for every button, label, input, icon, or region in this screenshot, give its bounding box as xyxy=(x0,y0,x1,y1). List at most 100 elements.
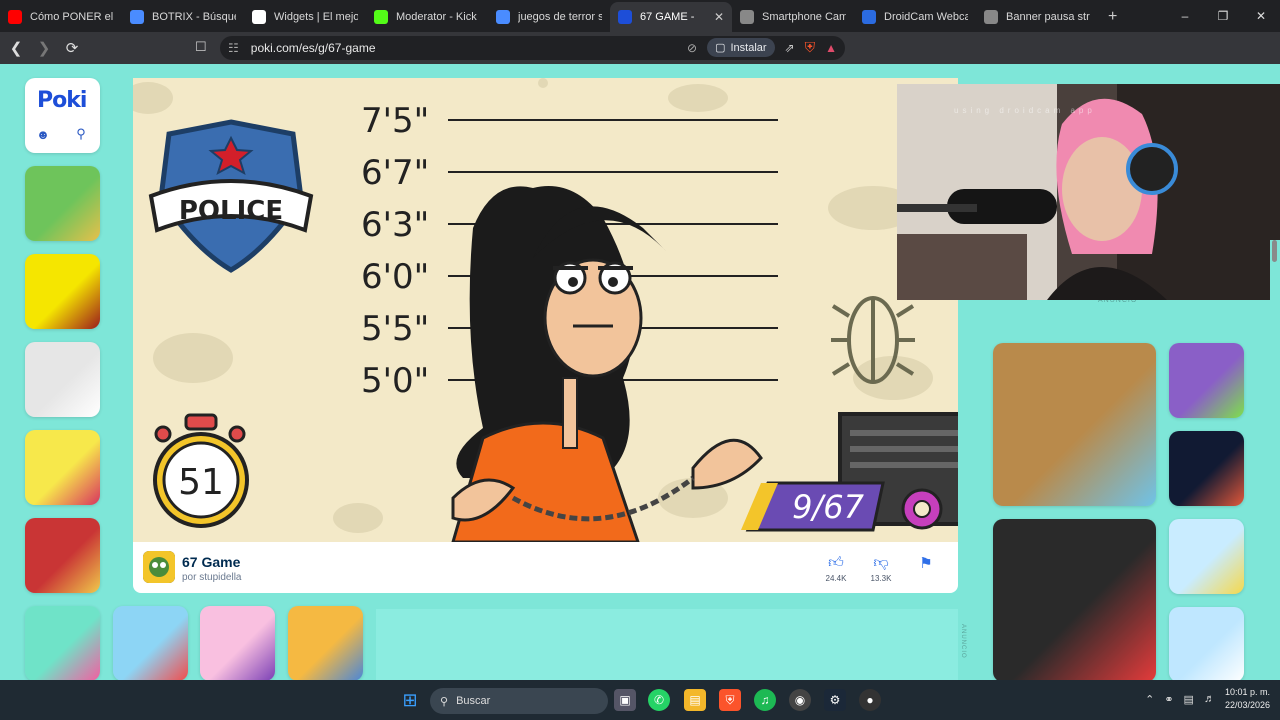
tab-title: juegos de terror su xyxy=(518,11,602,23)
browser-tab[interactable]: Moderator - Kick D xyxy=(366,2,488,32)
taskbar-search[interactable]: ⚲ Buscar xyxy=(430,688,608,714)
game-thumb-subway[interactable] xyxy=(288,606,363,680)
game-thumb-count-run[interactable] xyxy=(113,606,188,680)
dislike-count: 13.3K xyxy=(870,574,892,583)
game-thumb-ragdoll[interactable] xyxy=(25,430,100,505)
browser-tab[interactable]: Widgets | El mejor s xyxy=(244,2,366,32)
maximize-icon[interactable]: ❐ xyxy=(1204,0,1242,32)
volume-icon[interactable]: ♬ xyxy=(1204,693,1215,705)
search-icon[interactable]: ⚲ xyxy=(71,124,91,144)
height-label: 5'5" xyxy=(361,309,429,349)
bottom-ad-slot xyxy=(376,609,958,680)
tab-title: DroidCam Webcam xyxy=(884,11,968,23)
like-button[interactable]: 👍︎ 24.4K xyxy=(816,554,856,583)
bookmark-icon[interactable]: ☐ xyxy=(195,39,207,55)
height-label: 7'5" xyxy=(361,101,429,141)
file-explorer-icon[interactable]: ▤ xyxy=(684,689,706,711)
search-icon xyxy=(496,10,510,24)
taskbar-clock[interactable]: 10:01 p. m. 22/03/2026 xyxy=(1225,686,1270,712)
windows-start-icon[interactable]: ⊞ xyxy=(399,689,421,711)
install-app-button[interactable]: ▢ Instalar xyxy=(707,38,775,57)
browser-tab[interactable]: Banner pausa strea xyxy=(976,2,1098,32)
poki-page: Poki ☻ ⚲ 7'5" 6'7" 6'3" 6'0" 5'5" 5'0" P… xyxy=(0,64,1280,680)
user-icon[interactable]: ☻ xyxy=(33,124,53,144)
game-thumb-typing[interactable] xyxy=(1169,607,1244,680)
search-icon xyxy=(130,10,144,24)
obs-icon[interactable]: ◉ xyxy=(789,689,811,711)
address-bar[interactable]: ☷ poki.com/es/g/67-game ⊘ ▢ Instalar ⇗ ⛨… xyxy=(220,36,845,60)
install-icon: ▢ xyxy=(715,42,726,54)
game-thumb-slime[interactable] xyxy=(1169,343,1244,418)
game-thumb-planet[interactable] xyxy=(1169,431,1244,506)
browser-tab[interactable]: BOTRIX - Búsqueda xyxy=(122,2,244,32)
steam-icon[interactable]: ⚙ xyxy=(824,689,846,711)
minimize-icon[interactable]: – xyxy=(1166,0,1204,32)
report-button[interactable]: ⚑ xyxy=(906,554,946,572)
browser-tab[interactable]: 67 GAME - ✕ xyxy=(610,2,732,32)
game-icon[interactable] xyxy=(143,551,175,583)
site-settings-icon[interactable]: ☷ xyxy=(228,41,239,55)
game-thumb-monster[interactable] xyxy=(993,519,1156,680)
poki-logo[interactable]: Poki xyxy=(37,88,87,113)
scrollbar[interactable] xyxy=(1270,240,1280,680)
game-thumb-stickman[interactable] xyxy=(25,342,100,417)
microphone-icon[interactable]: ⚭ xyxy=(1164,693,1173,706)
whatsapp-icon[interactable]: ✆ xyxy=(648,689,670,711)
side-ad-label: ANUNCIO xyxy=(960,624,966,659)
network-icon[interactable]: ▤ xyxy=(1184,693,1194,706)
webcam-overlay: using droidcam app xyxy=(897,84,1280,300)
brave-rewards-icon[interactable]: ▲ xyxy=(825,41,837,55)
tab-title: 67 GAME - xyxy=(640,11,695,23)
game-thumb-mineblock[interactable] xyxy=(25,166,100,241)
app-icon[interactable]: ● xyxy=(859,689,881,711)
reload-button[interactable]: ⟳ xyxy=(60,36,84,60)
poki-icon xyxy=(618,10,632,24)
clock-time: 10:01 p. m. xyxy=(1224,687,1270,697)
browser-tab[interactable]: DroidCam Webcam xyxy=(854,2,976,32)
browser-tab-bar: Cómo PONER el CH BOTRIX - Búsqueda Widgets… xyxy=(0,0,1280,32)
game-thumb-silhouette[interactable] xyxy=(25,254,100,329)
droidcam-icon xyxy=(862,10,876,24)
height-label: 6'7" xyxy=(361,153,429,193)
back-button[interactable]: ❮ xyxy=(4,36,28,60)
poki-logo-card: Poki ☻ ⚲ xyxy=(25,78,100,153)
game-thumb-cars[interactable] xyxy=(1169,519,1244,594)
bug-icon xyxy=(831,296,915,384)
spotify-icon[interactable]: ♫ xyxy=(754,689,776,711)
youtube-icon xyxy=(8,10,22,24)
brave-shield-icon[interactable]: ⛨ xyxy=(805,39,816,56)
globe-icon xyxy=(984,10,998,24)
browser-tab[interactable]: Cómo PONER el CH xyxy=(0,2,122,32)
close-tab-icon[interactable]: ✕ xyxy=(714,10,724,24)
browser-tab[interactable]: Smartphone Camer xyxy=(732,2,854,32)
tab-title: Banner pausa strea xyxy=(1006,11,1090,23)
game-thumb-watermelon[interactable] xyxy=(25,606,100,680)
cast-icon[interactable]: ⊘ xyxy=(687,41,697,55)
dislike-button[interactable]: 👎︎ 13.3K xyxy=(861,554,901,583)
close-window-icon[interactable]: ✕ xyxy=(1242,0,1280,32)
browser-tab[interactable]: juegos de terror su xyxy=(488,2,610,32)
forward-button[interactable]: ❯ xyxy=(32,36,56,60)
game-author[interactable]: por stupidella xyxy=(182,572,241,583)
timer-text: 51 xyxy=(178,462,224,503)
game-thumb-hair-salon[interactable] xyxy=(200,606,275,680)
share-icon[interactable]: ⇗ xyxy=(785,41,795,55)
height-label: 5'0" xyxy=(361,361,429,401)
windows-taskbar: ⊞ ⚲ Buscar ▣ ✆ ▤ ⛨ ♫ ◉ ⚙ ● ⌃ ⚭ ▤ ♬ 10:01… xyxy=(0,680,1280,720)
game-thumb-kings[interactable] xyxy=(25,518,100,593)
url-text: poki.com/es/g/67-game xyxy=(250,41,376,55)
game-thumb-clown[interactable] xyxy=(993,343,1156,506)
tray-chevron-icon[interactable]: ⌃ xyxy=(1145,693,1154,706)
game-title: 67 Game xyxy=(182,554,241,570)
task-view-icon[interactable]: ▣ xyxy=(614,689,636,711)
kick-icon xyxy=(374,10,388,24)
brave-browser-icon[interactable]: ⛨ xyxy=(719,689,741,711)
webcam-feed xyxy=(897,84,1280,300)
new-tab-button[interactable]: + xyxy=(1098,2,1127,32)
scrollbar-thumb[interactable] xyxy=(1272,240,1277,262)
webcam-watermark: using droidcam app xyxy=(954,106,1096,115)
widget-icon xyxy=(252,10,266,24)
tab-title: Widgets | El mejor s xyxy=(274,11,358,23)
game-canvas[interactable]: 7'5" 6'7" 6'3" 6'0" 5'5" 5'0" POLICE 51 xyxy=(133,78,958,542)
height-label: 6'3" xyxy=(361,205,429,245)
